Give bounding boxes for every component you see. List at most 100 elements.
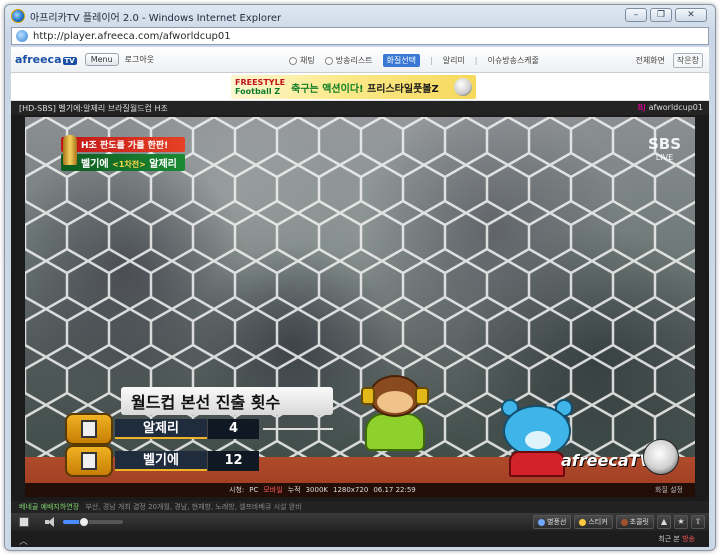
address-url[interactable]: http://player.afreeca.com/afworldcup01 — [33, 31, 231, 42]
medal-icon — [65, 413, 113, 445]
broadcaster-live: LIVE — [655, 153, 674, 162]
top-icon[interactable]: ⇧ — [691, 515, 705, 529]
recent-highlight: 방송 — [682, 535, 695, 543]
match-headline: H조 판도를 가를 한판! — [61, 137, 185, 152]
player-header: [HD-SBS] 벨기에:알제리 브라질월드컵 H조 BJ afworldcup0… — [11, 101, 709, 115]
bj-id: afworldcup01 — [648, 103, 703, 112]
radio-dot-icon — [324, 56, 333, 65]
expand-icon[interactable]: ︿ — [19, 534, 28, 547]
chocolate-button[interactable]: 초콜릿 — [615, 515, 654, 529]
radio-dot-icon — [289, 56, 297, 65]
logout-link[interactable]: 로그아웃 — [125, 54, 154, 65]
quality-setting-link[interactable]: 화질 설정 — [655, 485, 683, 495]
volume-knob[interactable] — [79, 517, 89, 527]
bottom-bar: ︿ 최근 본 방송 — [11, 531, 709, 547]
brand-tv: TV — [62, 57, 77, 65]
afreeca-watermark: afreecaTV — [561, 451, 652, 470]
viewers-mobile: 모바일 — [263, 486, 283, 494]
volume-slider[interactable] — [63, 517, 123, 527]
up-icon[interactable]: ▲ — [657, 515, 671, 529]
broadcaster-name: SBS — [647, 135, 681, 153]
afreeca-logo[interactable]: afreeca TV — [15, 53, 77, 66]
ad-banner-link[interactable]: FREESTYLE Football Z 축구는 액션이다! 프리스타일풋볼Z — [231, 75, 476, 99]
banner-logo-top: FREESTYLE — [235, 78, 286, 87]
monkey-mascot — [355, 375, 435, 453]
minimize-button[interactable]: – — [625, 8, 647, 22]
stream-resolution: 1280x720 — [332, 486, 369, 494]
view-option-group: 채팅 방송리스트 화질선택 | 알리미 | 이슈방송스케줄 — [289, 54, 539, 67]
toolbar-divider: | — [430, 56, 433, 65]
schedule-link[interactable]: 이슈방송스케줄 — [488, 55, 540, 66]
gift-controls: 별풍선 스티커 초콜릿 ▲ ★ ⇧ — [533, 515, 705, 529]
bj-info[interactable]: BJ afworldcup01 — [638, 103, 703, 112]
small-window-button[interactable]: 작은창 — [672, 53, 703, 68]
soccer-ball-icon — [454, 78, 472, 96]
stream-bitrate: 3000K — [305, 486, 328, 494]
match-team-b: 알제리 — [149, 159, 177, 170]
browser-window: 아프리카TV 플레이어 2.0 - Windows Internet Explo… — [4, 4, 716, 551]
video-frame[interactable]: SBS LIVE H조 판도를 가를 한판! 벨기에 <1차전> 알제리 월드컵… — [25, 117, 695, 497]
balloon-icon — [538, 518, 546, 526]
menu-button[interactable]: Menu — [84, 53, 119, 66]
chocolate-label: 초콜릿 — [629, 518, 649, 526]
stream-info-strip: 시청: PC 모바일 누적 3000K 1280x720 06.17 22:59… — [25, 483, 695, 497]
stream-title: [HD-SBS] 벨기에:알제리 브라질월드컵 H조 — [19, 104, 168, 113]
scoreboard-row: 알제리 4 — [65, 413, 333, 445]
option-broadcast-list[interactable]: 방송리스트 — [324, 55, 373, 66]
banner-text: 축구는 액션이다! 프리스타일풋볼Z — [291, 80, 439, 95]
banner-text-b: 프리스타일풋볼Z — [367, 83, 439, 95]
restore-button[interactable]: ❐ — [650, 8, 672, 22]
sticker-icon — [579, 518, 587, 526]
sticker-button[interactable]: 스티커 — [574, 515, 613, 529]
volume-icon[interactable] — [45, 517, 55, 527]
scoreboard-count: 12 — [207, 451, 259, 471]
scoreboard-title: 월드컵 본선 진출 횟수 — [121, 387, 333, 415]
stream-datetime: 06.17 22:59 — [373, 486, 416, 494]
match-teams: 벨기에 <1차전> 알제리 — [61, 154, 185, 171]
banner-game-logo: FREESTYLE Football Z — [235, 78, 285, 96]
ie-icon — [11, 9, 25, 23]
fullscreen-button[interactable]: 전체화면 — [635, 55, 664, 66]
sbs-logo: SBS LIVE — [648, 137, 681, 165]
toolbar-right: 전체화면 작은창 — [635, 53, 703, 68]
chocolate-icon — [620, 518, 628, 526]
bj-tag: BJ — [637, 103, 646, 112]
option-broadcast-list-label: 방송리스트 — [335, 56, 373, 65]
window-title: 아프리카TV 플레이어 2.0 - Windows Internet Explo… — [30, 12, 282, 24]
match-round: <1차전> — [112, 160, 146, 169]
player-toolbar: afreeca TV Menu 로그아웃 채팅 방송리스트 화질선택 | 알리미 … — [11, 47, 709, 73]
video-player: [HD-SBS] 벨기에:알제리 브라질월드컵 H조 BJ afworldcup0… — [11, 101, 709, 501]
address-bar[interactable]: http://player.afreeca.com/afworldcup01 — [11, 27, 709, 45]
page-content: afreeca TV Menu 로그아웃 채팅 방송리스트 화질선택 | 알리미 … — [11, 47, 709, 547]
medal-icon — [65, 445, 113, 477]
recent-broadcasts-link[interactable]: 최근 본 방송 — [658, 534, 695, 544]
close-button[interactable]: ✕ — [675, 8, 707, 22]
option-chat[interactable]: 채팅 — [289, 55, 315, 66]
banner-text-a: 축구는 액션이다! — [291, 83, 364, 95]
ticker-label: 베네골 예배지하연장 — [19, 503, 80, 511]
page-favicon-icon — [16, 30, 28, 42]
ticker-text: 부산, 경남 개최 결정 20개월, 경남, 현재항, 노래방, 셀프바베큐 시… — [85, 503, 302, 511]
star-balloon-label: 별풍선 — [547, 518, 567, 526]
alarm-link[interactable]: 알리미 — [443, 55, 465, 66]
star-balloon-button[interactable]: 별풍선 — [533, 515, 572, 529]
option-quality-label: 화질선택 — [386, 56, 416, 65]
match-overlay: H조 판도를 가를 한판! 벨기에 <1차전> 알제리 — [61, 135, 185, 171]
viewers-label: 시청: — [229, 486, 245, 494]
match-team-a: 벨기에 — [81, 159, 109, 170]
banner-logo-bottom: Football Z — [235, 87, 281, 96]
sticker-label: 스티커 — [588, 518, 608, 526]
news-ticker[interactable]: 베네골 예배지하연장 부산, 경남 개최 결정 20개월, 경남, 현재항, 노… — [11, 501, 709, 513]
scoreboard-count: 4 — [207, 419, 259, 439]
option-quality[interactable]: 화질선택 — [382, 54, 420, 67]
soccer-ball-icon — [643, 439, 679, 475]
scoreboard-team: 알제리 — [115, 419, 207, 439]
option-chat-label: 채팅 — [300, 56, 315, 65]
brand-name: afreeca — [15, 53, 62, 66]
viewers-pc: PC — [249, 486, 259, 494]
star-icon[interactable]: ★ — [674, 515, 688, 529]
player-controls: 별풍선 스티커 초콜릿 ▲ ★ ⇧ — [11, 513, 709, 531]
stop-button[interactable] — [19, 517, 29, 527]
recent-label: 최근 본 — [658, 535, 680, 543]
scoreboard-divider — [263, 428, 333, 430]
